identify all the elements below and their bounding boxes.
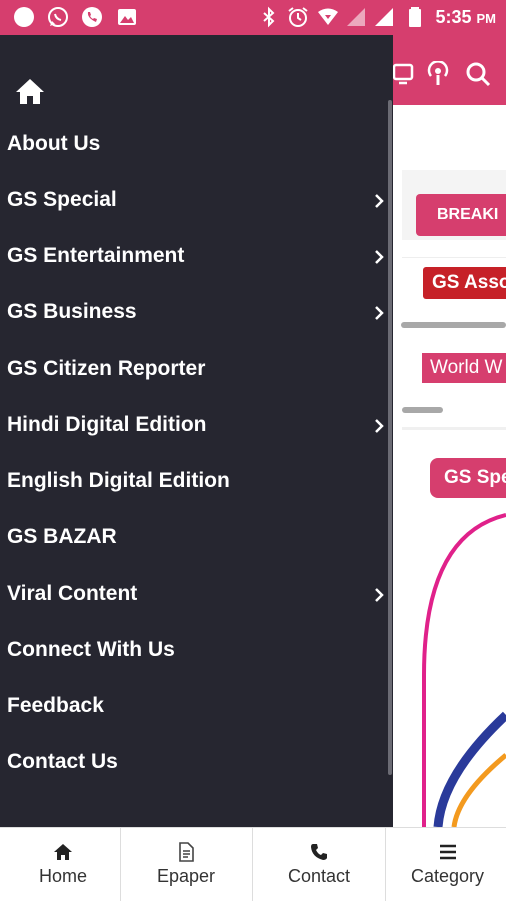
menu-item-connect-with-us[interactable]: Connect With Us bbox=[0, 622, 393, 678]
home-icon[interactable] bbox=[14, 77, 46, 105]
tab-home[interactable]: Home bbox=[0, 828, 126, 901]
menu-item-feedback[interactable]: Feedback bbox=[0, 678, 393, 734]
chevron-right-icon bbox=[375, 194, 384, 208]
menu-item-label: Viral Content bbox=[7, 582, 138, 605]
signal-icon bbox=[375, 8, 393, 26]
signal-icon bbox=[347, 8, 365, 26]
menu-item-label: GS Entertainment bbox=[7, 244, 185, 267]
menu-item-label: GS Business bbox=[7, 300, 137, 323]
menu-item-label: GS Citizen Reporter bbox=[7, 357, 206, 380]
tab-contact[interactable]: Contact bbox=[256, 828, 382, 901]
menu-item-label: English Digital Edition bbox=[7, 469, 230, 492]
menu-item-hindi-digital-edition[interactable]: Hindi Digital Edition bbox=[0, 397, 393, 453]
news-pill[interactable]: GS Asso bbox=[423, 267, 506, 299]
menu-item-gs-business[interactable]: GS Business bbox=[0, 284, 393, 340]
bluetooth-icon bbox=[263, 6, 275, 28]
alarm-icon bbox=[288, 7, 308, 27]
menu-icon bbox=[439, 844, 456, 860]
logo-graphic bbox=[422, 513, 506, 827]
menu-item-label: GS BAZAR bbox=[7, 525, 117, 548]
chevron-right-icon bbox=[375, 306, 384, 320]
status-bar: 5:35 PM bbox=[0, 0, 506, 35]
menu-item-about-us[interactable]: About Us bbox=[0, 116, 393, 172]
tv-icon[interactable] bbox=[391, 61, 417, 87]
horizontal-scrollbar[interactable] bbox=[401, 322, 506, 328]
menu-item-label: Feedback bbox=[7, 694, 104, 717]
tab-divider bbox=[120, 828, 121, 901]
menu-item-gs-special[interactable]: GS Special bbox=[0, 172, 393, 228]
bottom-navigation: Home Epaper Contact Category bbox=[0, 827, 506, 901]
search-icon[interactable] bbox=[465, 61, 491, 87]
menu-item-english-digital-edition[interactable]: English Digital Edition bbox=[0, 453, 393, 509]
whatsapp-icon bbox=[48, 7, 68, 27]
image-icon bbox=[118, 9, 136, 25]
status-time: 5:35 PM bbox=[435, 7, 496, 27]
menu-item-label: GS Special bbox=[7, 188, 117, 211]
phone-icon bbox=[311, 844, 327, 860]
circle-icon bbox=[14, 7, 34, 27]
tab-divider bbox=[385, 828, 386, 901]
tab-label: Category bbox=[410, 866, 485, 886]
phone-icon bbox=[82, 7, 102, 27]
tab-label: Epaper bbox=[156, 866, 216, 886]
chevron-right-icon bbox=[375, 419, 384, 433]
app-header bbox=[391, 35, 506, 105]
menu-item-label: About Us bbox=[7, 132, 101, 155]
breaking-label[interactable]: BREAKI bbox=[416, 194, 506, 236]
tab-category[interactable]: Category bbox=[389, 828, 506, 901]
section-pill[interactable]: GS Spe bbox=[430, 458, 506, 498]
document-icon bbox=[179, 842, 194, 862]
menu-item-label: Hindi Digital Edition bbox=[7, 413, 207, 436]
home-icon bbox=[54, 844, 72, 860]
battery-icon bbox=[409, 7, 421, 27]
tab-epaper[interactable]: Epaper bbox=[123, 828, 249, 901]
podcast-icon[interactable] bbox=[425, 61, 451, 87]
navigation-drawer: About Us GS Special GS Entertainment GS … bbox=[0, 35, 393, 827]
tab-label: Contact bbox=[287, 866, 351, 886]
tab-divider bbox=[252, 828, 253, 901]
tab-label: Home bbox=[38, 866, 87, 886]
menu-item-gs-citizen-reporter[interactable]: GS Citizen Reporter bbox=[0, 341, 393, 397]
wifi-icon bbox=[318, 8, 338, 25]
menu-item-viral-content[interactable]: Viral Content bbox=[0, 566, 393, 622]
menu-item-label: Contact Us bbox=[7, 750, 118, 773]
menu-item-gs-bazar[interactable]: GS BAZAR bbox=[0, 509, 393, 565]
menu-item-gs-entertainment[interactable]: GS Entertainment bbox=[0, 228, 393, 284]
chevron-right-icon bbox=[375, 588, 384, 602]
news-pill[interactable]: World W bbox=[422, 353, 506, 383]
menu-item-label: Connect With Us bbox=[7, 638, 175, 661]
horizontal-scrollbar[interactable] bbox=[402, 407, 443, 413]
menu-item-contact-us[interactable]: Contact Us bbox=[0, 734, 393, 790]
chevron-right-icon bbox=[375, 250, 384, 264]
